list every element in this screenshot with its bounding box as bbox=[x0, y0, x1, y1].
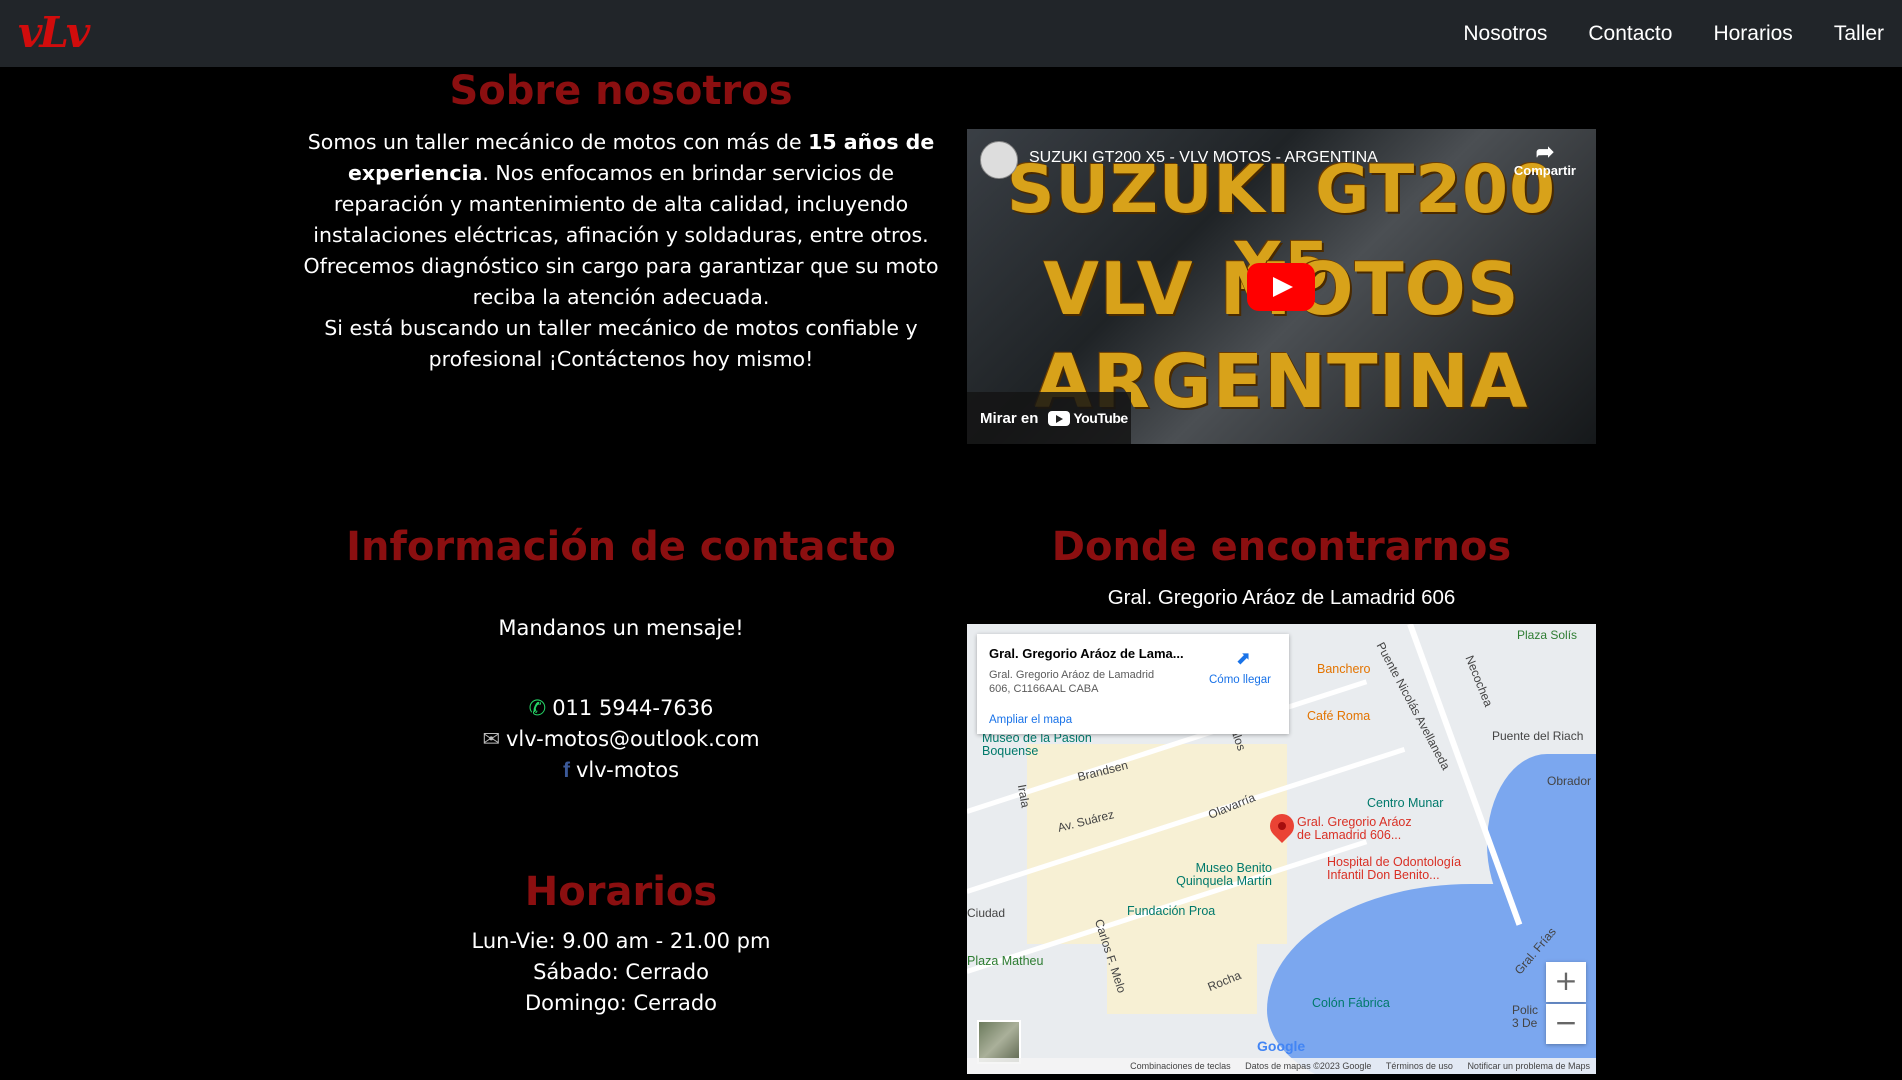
zoom-out-button[interactable]: − bbox=[1546, 1004, 1586, 1044]
video-title[interactable]: SUZUKI GT200 X5 - VLV MOTOS - ARGENTINA bbox=[1029, 149, 1378, 167]
contact-subtitle: Mandanos un mensaje! bbox=[498, 616, 744, 640]
map-poi-centro-munar[interactable]: Centro Munar bbox=[1367, 796, 1443, 810]
google-map[interactable]: Plaza Solís Banchero Café Roma Puente de… bbox=[967, 624, 1596, 1074]
whatsapp-icon: ✆ bbox=[528, 696, 547, 720]
about-title: Sobre nosotros bbox=[449, 68, 793, 114]
map-poi-banchero[interactable]: Banchero bbox=[1317, 662, 1371, 676]
youtube-icon bbox=[1048, 410, 1071, 426]
facebook-icon: f bbox=[562, 759, 570, 782]
map-pin-label[interactable]: Gral. Gregorio Aráoz de Lamadrid 606... bbox=[1297, 816, 1417, 842]
location-title: Donde encontrarnos bbox=[1051, 524, 1512, 570]
map-poi-hospital[interactable]: Hospital de Odontología Infantil Don Ben… bbox=[1327, 856, 1497, 882]
hours-sunday: Domingo: Cerrado bbox=[524, 991, 718, 1015]
hours-weekday: Lun-Vie: 9.00 am - 21.00 pm bbox=[471, 929, 771, 953]
map-footer-shortcuts[interactable]: Combinaciones de teclas bbox=[1130, 1061, 1231, 1071]
google-logo: Google bbox=[1257, 1038, 1306, 1054]
map-card-address: Gral. Gregorio Aráoz de Lamadrid 606, C1… bbox=[989, 669, 1155, 695]
email-address[interactable]: vlv-motos@outlook.com bbox=[506, 727, 760, 751]
about-text-cta: Si está buscando un taller mecánico de m… bbox=[324, 316, 918, 371]
map-poi-colon-fabrica[interactable]: Colón Fábrica bbox=[1312, 996, 1390, 1010]
play-button[interactable] bbox=[1247, 263, 1315, 311]
about-text-part1: Somos un taller mecánico de motos con má… bbox=[307, 130, 809, 154]
nav-link-contacto[interactable]: Contacto bbox=[1588, 22, 1672, 46]
facebook-handle[interactable]: vlv-motos bbox=[576, 758, 679, 782]
map-poi-fundacion-proa[interactable]: Fundación Proa bbox=[1127, 904, 1215, 918]
map-footer-report[interactable]: Notificar un problema de Maps bbox=[1467, 1061, 1590, 1071]
map-label-ciudad: Ciudad bbox=[967, 906, 1006, 920]
nav-link-horarios[interactable]: Horarios bbox=[1713, 22, 1792, 46]
share-button[interactable]: ➦ Compartir bbox=[1513, 139, 1576, 179]
map-place-card: Gral. Gregorio Aráoz de Lama... Gral. Gr… bbox=[977, 634, 1289, 734]
hours-title: Horarios bbox=[524, 869, 718, 915]
youtube-video-embed[interactable]: SUZUKI GT200 X5 VLV MOTOS ARGENTINA SUZU… bbox=[967, 129, 1596, 444]
share-label: Compartir bbox=[1513, 163, 1576, 178]
phone-line[interactable]: ✆ 011 5944-7636 bbox=[300, 696, 942, 720]
map-poi-museo-pasion[interactable]: Museo de la Pasión Boquense bbox=[982, 732, 1102, 758]
map-label-obrador: Obrador bbox=[1547, 774, 1592, 788]
map-poi-museo-quinquela[interactable]: Museo Benito Quinquela Martín bbox=[1157, 862, 1272, 888]
navbar: vLv Nosotros Contacto Horarios Taller bbox=[0, 0, 1902, 67]
directions-link[interactable]: Cómo llegar bbox=[1209, 674, 1271, 686]
share-icon: ➦ bbox=[1535, 139, 1555, 164]
map-footer: Combinaciones de teclas Datos de mapas ©… bbox=[967, 1058, 1596, 1074]
map-label-necochea: Necochea bbox=[1462, 653, 1496, 709]
map-footer-data: Datos de mapas ©2023 Google bbox=[1245, 1061, 1372, 1071]
map-label-policia: Polic 3 De bbox=[1512, 1003, 1539, 1030]
email-line[interactable]: ✉ vlv-motos@outlook.com bbox=[300, 727, 942, 751]
phone-number[interactable]: 011 5944-7636 bbox=[552, 696, 713, 720]
hours-saturday: Sábado: Cerrado bbox=[533, 960, 709, 984]
map-poi-plaza-matheu[interactable]: Plaza Matheu bbox=[967, 954, 1043, 968]
brand-logo[interactable]: vLv bbox=[18, 6, 90, 60]
map-card-title: Gral. Gregorio Aráoz de Lama... bbox=[989, 646, 1184, 661]
about-text: Somos un taller mecánico de motos con má… bbox=[300, 127, 942, 375]
directions-icon[interactable]: ⬈ bbox=[1236, 648, 1251, 669]
youtube-label: YouTube bbox=[1073, 410, 1128, 426]
enlarge-map-link[interactable]: Ampliar el mapa bbox=[989, 714, 1072, 726]
map-poi-cafe-roma[interactable]: Café Roma bbox=[1307, 709, 1370, 723]
nav-link-taller[interactable]: Taller bbox=[1834, 22, 1884, 46]
facebook-line[interactable]: f vlv-motos bbox=[300, 758, 942, 783]
zoom-in-button[interactable]: + bbox=[1546, 962, 1586, 1002]
youtube-logo: YouTube bbox=[1048, 410, 1128, 426]
contact-title: Información de contacto bbox=[346, 524, 896, 570]
map-label-puente-riach: Puente del Riach bbox=[1492, 729, 1584, 743]
envelope-icon: ✉ bbox=[482, 727, 500, 751]
nav-link-nosotros[interactable]: Nosotros bbox=[1463, 22, 1547, 46]
map-label-plaza-solis: Plaza Solís bbox=[1517, 628, 1578, 642]
nav-links: Nosotros Contacto Horarios Taller bbox=[1422, 0, 1884, 67]
watch-on-youtube-button[interactable]: Mirar en YouTube bbox=[967, 392, 1131, 444]
channel-avatar[interactable] bbox=[980, 141, 1018, 179]
map-footer-terms[interactable]: Términos de uso bbox=[1386, 1061, 1453, 1071]
location-address: Gral. Gregorio Aráoz de Lamadrid 606 bbox=[1107, 586, 1456, 609]
watch-label: Mirar en bbox=[980, 409, 1039, 427]
